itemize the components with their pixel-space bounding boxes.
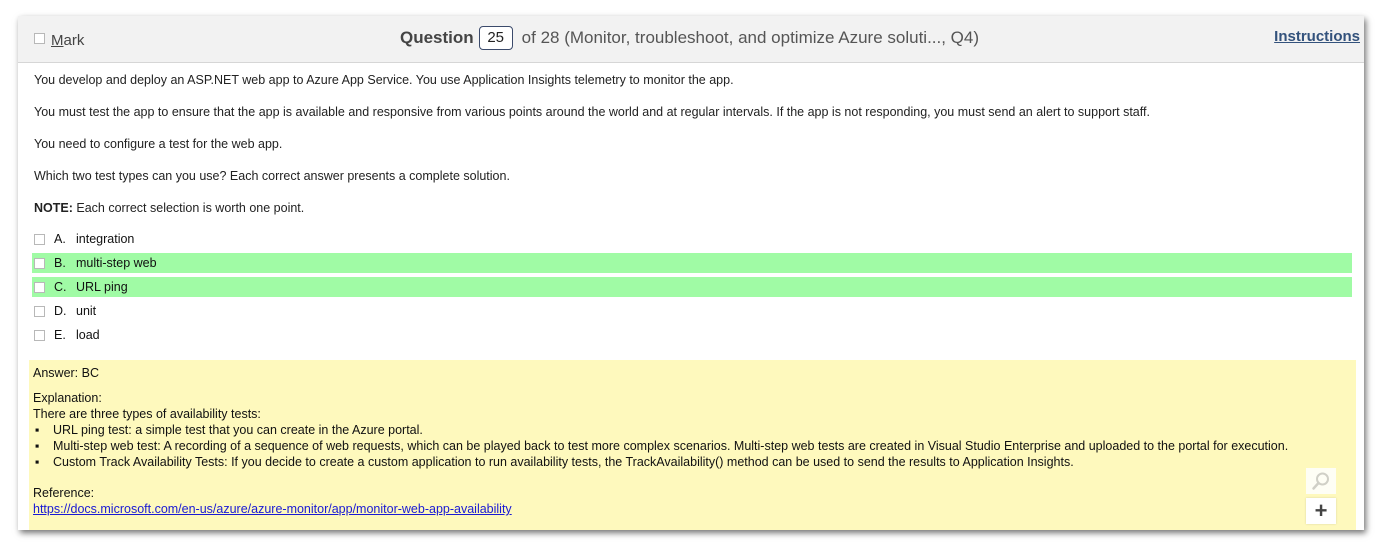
exam-window: Mark Question 25 of 28 (Monitor, trouble… — [18, 16, 1364, 530]
mark-label-access-key: M — [51, 32, 64, 49]
option-letter: A. — [54, 232, 66, 246]
option-d[interactable]: D. unit — [32, 301, 1352, 321]
answer-line: Answer: BC — [33, 366, 99, 380]
explanation-label: Explanation: — [33, 391, 102, 405]
answer-options: A. integration B. multi-step web C. URL … — [32, 229, 1352, 349]
option-text: unit — [76, 304, 97, 318]
option-letter: C. — [54, 280, 67, 294]
option-e[interactable]: E. load — [32, 325, 1352, 345]
question-word: Question — [400, 28, 474, 47]
option-text: URL ping — [76, 280, 128, 294]
option-text: integration — [76, 232, 135, 246]
question-count-text: of 28 (Monitor, troubleshoot, and optimi… — [521, 28, 980, 47]
option-letter: B. — [54, 256, 66, 270]
option-b[interactable]: B. multi-step web — [32, 253, 1352, 273]
option-text: multi-step web — [76, 256, 157, 270]
question-number-box[interactable]: 25 — [478, 26, 513, 50]
explanation-bullet: ▪ Multi-step web test: A recording of a … — [33, 438, 1288, 454]
question-paragraph: You need to configure a test for the web… — [34, 137, 283, 151]
question-body: You develop and deploy an ASP.NET web ap… — [34, 72, 1354, 232]
reference-label: Reference: — [33, 486, 95, 500]
mark-label[interactable]: Mark — [51, 32, 84, 49]
explanation-intro: There are three types of availability te… — [33, 407, 261, 421]
bullet-icon: ▪ — [35, 455, 40, 469]
question-note: NOTE: Each correct selection is worth on… — [34, 200, 1354, 232]
option-checkbox[interactable] — [34, 257, 45, 269]
explanation-bullet: ▪ URL ping test: a simple test that you … — [33, 422, 1288, 438]
option-letter: D. — [54, 304, 67, 318]
option-a[interactable]: A. integration — [32, 229, 1352, 249]
note-text: Each correct selection is worth one poin… — [72, 201, 305, 215]
question-paragraph: You develop and deploy an ASP.NET web ap… — [34, 73, 734, 87]
option-c[interactable]: C. URL ping — [32, 277, 1352, 297]
mark-checkbox[interactable] — [34, 33, 45, 44]
question-indicator: Question 25 of 28 (Monitor, troubleshoot… — [400, 24, 979, 52]
option-checkbox[interactable] — [34, 305, 45, 317]
option-text: load — [76, 328, 100, 342]
bullet-text: Multi-step web test: A recording of a se… — [53, 439, 1289, 453]
note-label: NOTE: — [34, 201, 73, 215]
instructions-link[interactable]: Instructions — [1274, 28, 1360, 45]
answer-explanation-panel: Answer: BC Explanation: There are three … — [29, 360, 1356, 530]
option-checkbox[interactable] — [34, 233, 45, 245]
bullet-icon: ▪ — [35, 439, 40, 453]
mark-control[interactable]: Mark — [34, 30, 84, 49]
reference-link[interactable]: https://docs.microsoft.com/en-us/azure/a… — [33, 502, 512, 516]
option-checkbox[interactable] — [34, 281, 45, 293]
question-paragraph: You must test the app to ensure that the… — [34, 105, 1150, 119]
option-letter: E. — [54, 328, 66, 342]
mark-label-rest: ark — [63, 32, 85, 49]
magnifier-icon[interactable] — [1306, 468, 1336, 494]
question-paragraph: Which two test types can you use? Each c… — [34, 169, 510, 183]
zoom-in-button[interactable]: + — [1306, 498, 1336, 524]
option-checkbox[interactable] — [34, 329, 45, 341]
bullet-text: Custom Track Availability Tests: If you … — [53, 455, 1074, 469]
explanation-block: Explanation: There are three types of av… — [33, 390, 1288, 470]
explanation-bullet: ▪ Custom Track Availability Tests: If yo… — [33, 454, 1288, 470]
bullet-text: URL ping test: a simple test that you ca… — [53, 423, 423, 437]
question-header: Mark Question 25 of 28 (Monitor, trouble… — [18, 16, 1364, 63]
bullet-icon: ▪ — [35, 423, 40, 437]
